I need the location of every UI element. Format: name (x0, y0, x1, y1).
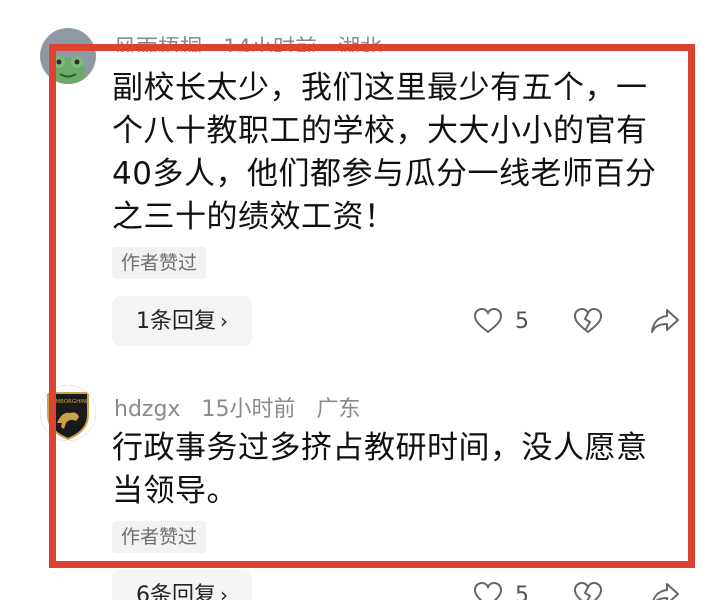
author-liked-badge: 作者赞过 (112, 521, 207, 553)
username[interactable]: 风雨梧桐 (114, 36, 202, 52)
timestamp: 14小时前 (223, 36, 318, 52)
like-count: 5 (515, 582, 529, 600)
avatar[interactable]: LAMBORGHINI (40, 385, 96, 441)
like-count: 5 (515, 308, 529, 334)
reply-count-label: 1条回复 (136, 309, 216, 334)
like-button[interactable]: 5 (473, 580, 529, 600)
comment-meta: hdzgx 15小时前 广东 (114, 391, 374, 423)
chevron-right-icon: › (220, 309, 228, 333)
view-replies-button[interactable]: 6条回复 › (112, 570, 252, 600)
lamborghini-logo-icon: LAMBORGHINI (40, 385, 96, 441)
location: 广东 (316, 397, 361, 422)
view-replies-button[interactable]: 1条回复 › (112, 296, 252, 346)
dislike-button[interactable] (573, 580, 603, 600)
dislike-button[interactable] (573, 306, 603, 336)
heart-icon (473, 581, 503, 600)
username[interactable]: hdzgx (114, 397, 180, 422)
reply-count-label: 6条回复 (136, 583, 216, 600)
comment-meta: 风雨梧桐 14小时前 湖北 (114, 30, 396, 52)
heart-icon (473, 307, 503, 334)
broken-heart-icon (573, 581, 603, 600)
comment-text: 行政事务过多挤占教研时间，没人愿意当领导。 (112, 430, 648, 509)
comment-text: 副校长太少，我们这里最少有五个，一个八十教职工的学校，大大小小的官有40多人，他… (112, 70, 657, 235)
share-button[interactable] (649, 580, 681, 600)
share-button[interactable] (649, 306, 681, 336)
like-button[interactable]: 5 (473, 306, 529, 336)
svg-text:LAMBORGHINI: LAMBORGHINI (48, 399, 88, 405)
author-liked-badge: 作者赞过 (112, 247, 207, 279)
share-arrow-icon (652, 583, 679, 600)
chevron-right-icon: › (220, 583, 228, 600)
share-arrow-icon (651, 309, 679, 333)
location: 湖北 (338, 36, 383, 52)
broken-heart-icon (573, 307, 603, 334)
timestamp: 15小时前 (201, 397, 296, 422)
